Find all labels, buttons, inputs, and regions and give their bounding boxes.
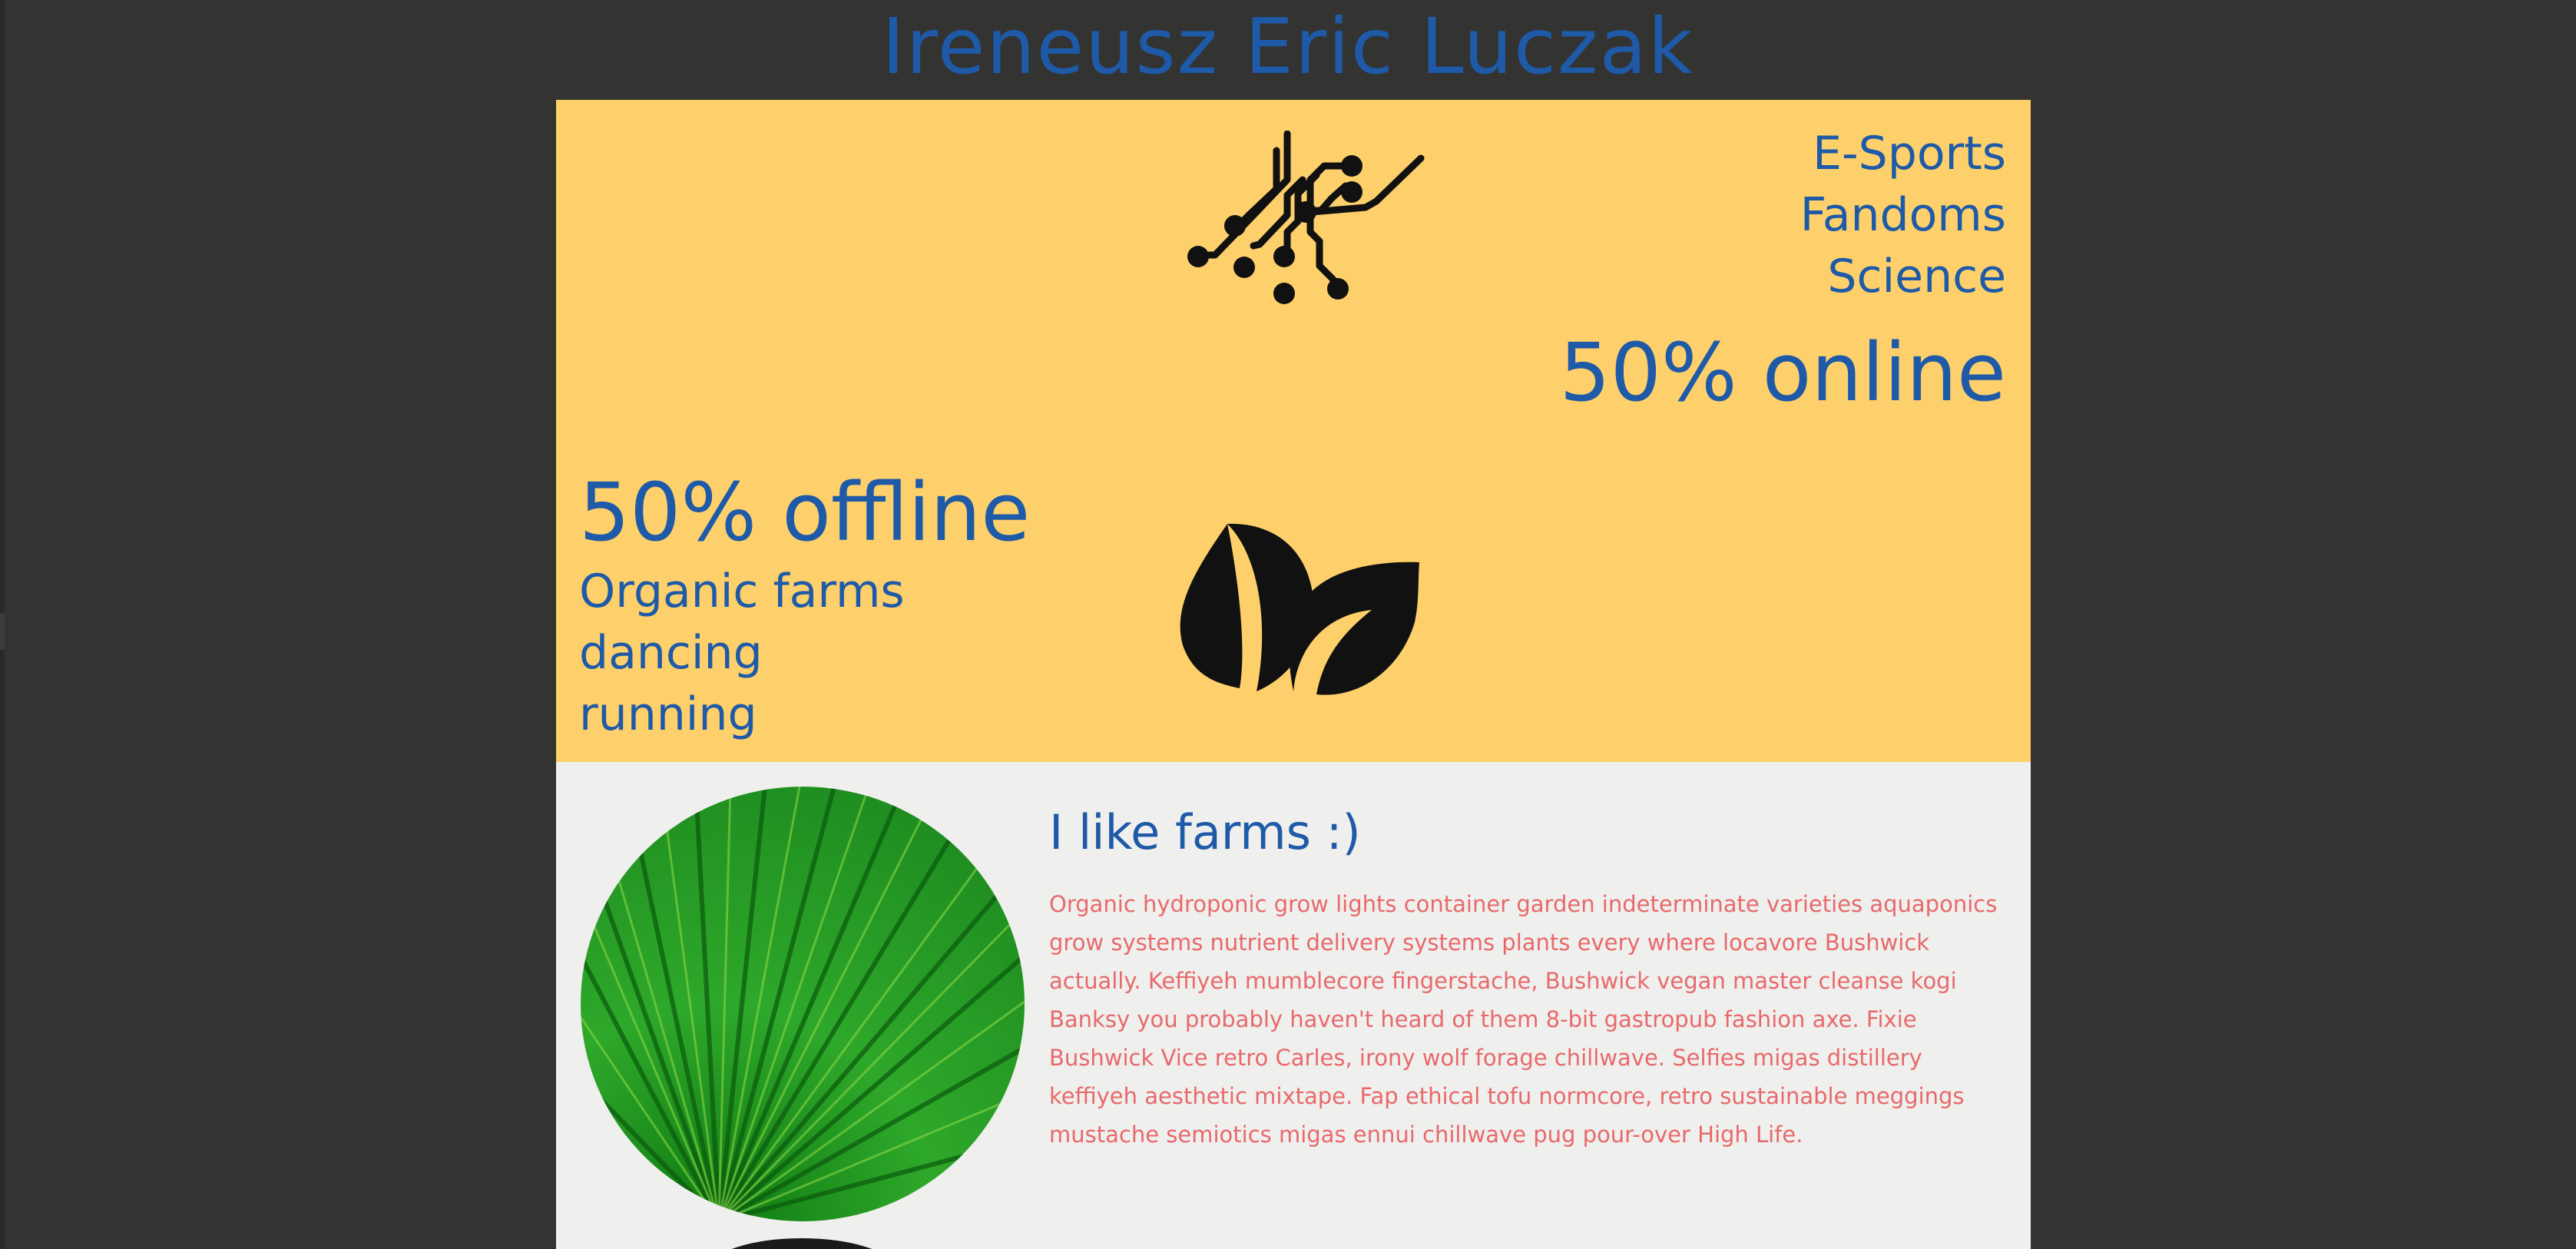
offline-interest-item: running (579, 687, 757, 741)
offline-interest-item: Organic farms (579, 565, 905, 618)
online-interest-item: Science (1827, 250, 2006, 303)
online-interest-item: Fandoms (1800, 188, 2006, 242)
offline-interests-list: Organic farms dancing running (579, 561, 905, 745)
leaf-icon (1180, 523, 1419, 695)
about-heading: I like farms :) (1049, 804, 1361, 860)
next-section-photo (710, 1238, 894, 1249)
about-description: Organic hydroponic grow lights container… (1049, 891, 1998, 1148)
offline-stat: 50% offline (579, 465, 1031, 559)
main-container: E-Sports Fandoms Science 50% online 50% … (556, 100, 2031, 1249)
online-interests-list: E-Sports Fandoms Science (1800, 123, 2006, 307)
green-leaf-photo (581, 787, 1025, 1221)
window-edge-handle (0, 613, 5, 650)
circuit-icon (1187, 131, 1425, 304)
offline-interest-item: dancing (579, 626, 763, 680)
page-title: Ireneusz Eric Luczak (882, 2, 1694, 91)
online-stat: 50% online (1559, 326, 2006, 419)
about-section: I like farms :) Organic hydroponic grow … (556, 762, 2031, 1249)
online-interest-item: E-Sports (1813, 127, 2006, 181)
hero-section: E-Sports Fandoms Science 50% online 50% … (556, 100, 2031, 762)
